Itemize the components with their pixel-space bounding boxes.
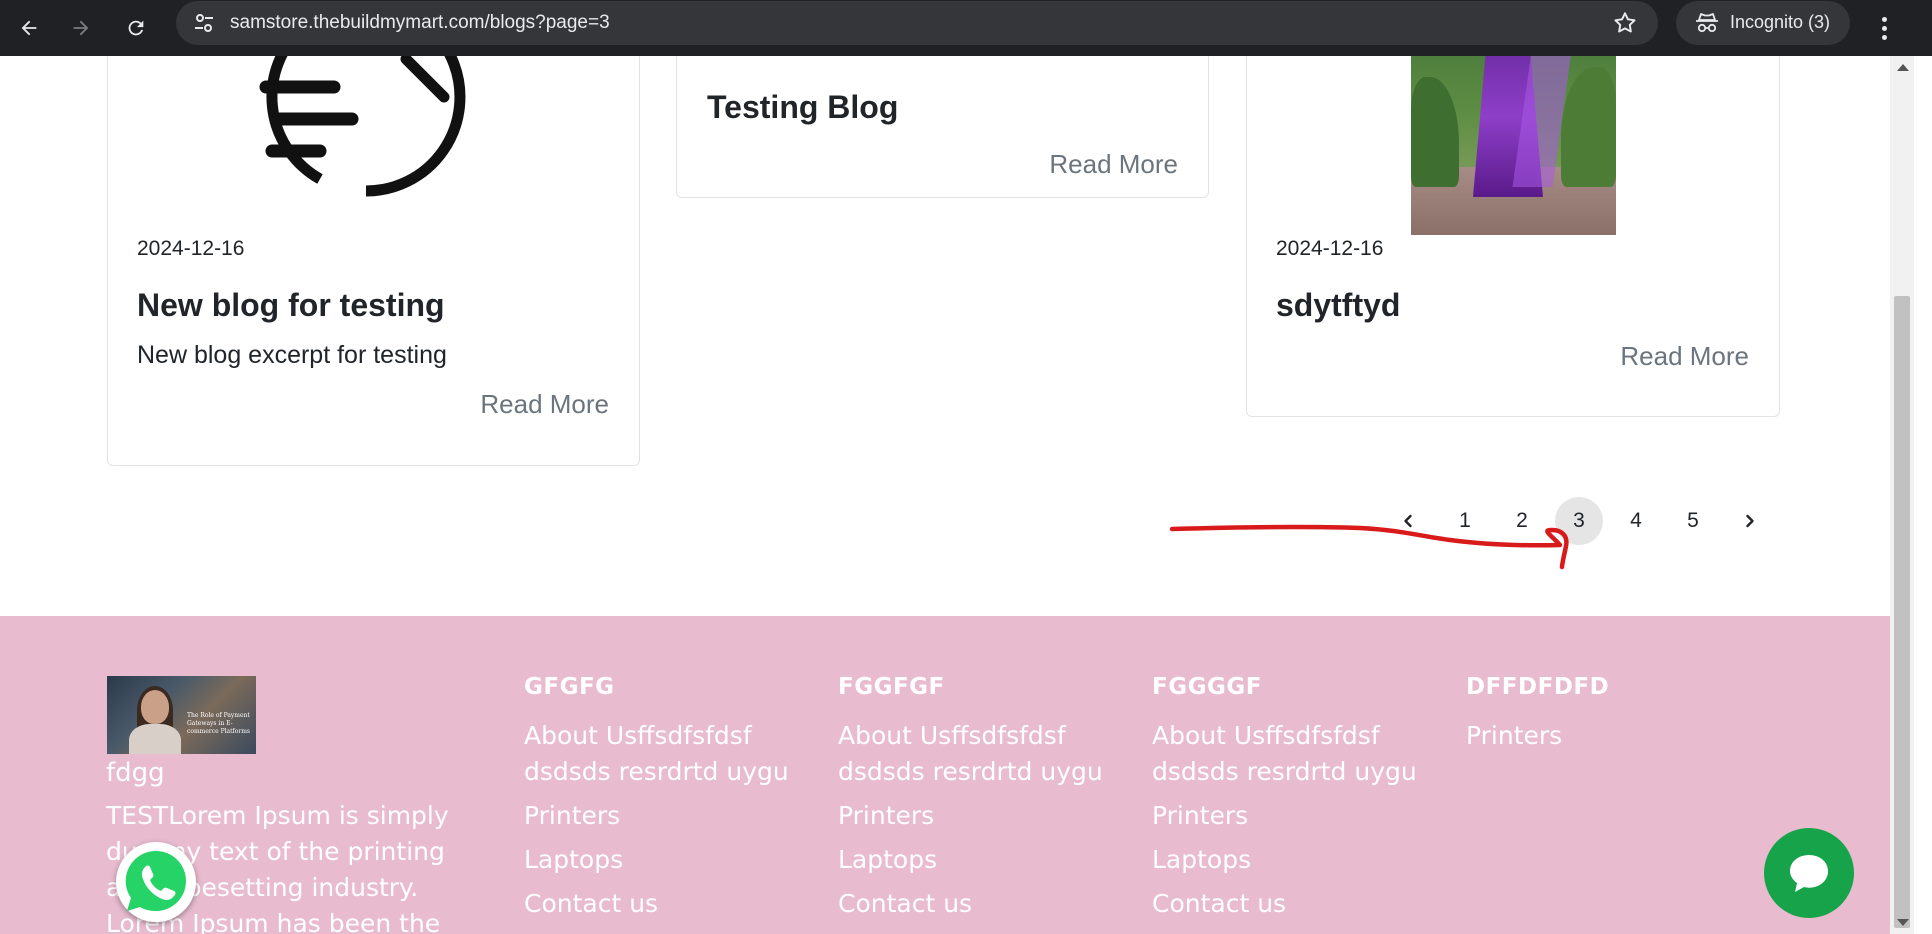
footer-link-about[interactable]: About Usffsdfsfdsf dsdsds resrdrtd uygu (838, 718, 1128, 790)
page-1[interactable]: 1 (1441, 497, 1489, 545)
footer-link-laptops[interactable]: Laptops (1152, 842, 1442, 878)
forward-icon[interactable] (61, 8, 101, 48)
blog-title[interactable]: Testing Blog (707, 89, 898, 126)
footer-column: FGGGGF About Usffsdfsfdsf dsdsds resrdrt… (1152, 674, 1442, 930)
footer-column: DFFDFDFD Printers (1466, 674, 1756, 762)
footer-column-title: GFGFG (524, 674, 615, 700)
footer-column-title: DFFDFDFD (1466, 674, 1610, 700)
footer-link-laptops[interactable]: Laptops (838, 842, 1128, 878)
history-icon (259, 56, 466, 197)
browser-menu-icon[interactable] (1870, 8, 1898, 48)
read-more-link[interactable]: Read More (1049, 149, 1178, 180)
reload-icon[interactable] (116, 8, 156, 48)
footer-link-printers[interactable]: Printers (524, 798, 814, 834)
back-icon[interactable] (9, 8, 49, 48)
footer-column: FGGFGF About Usffsdfsfdsf dsdsds resrdrt… (838, 674, 1128, 930)
page-2[interactable]: 2 (1498, 497, 1546, 545)
bookmark-star-icon[interactable] (1612, 10, 1638, 36)
blog-thumbnail[interactable] (1411, 56, 1616, 235)
footer-link-printers[interactable]: Printers (838, 798, 1128, 834)
footer-link-laptops[interactable]: Laptops (524, 842, 814, 878)
scrollbar-thumb[interactable] (1894, 296, 1910, 928)
footer-logo[interactable]: The Role of Payment Gateways in E-commer… (107, 676, 256, 754)
whatsapp-icon (125, 850, 186, 912)
pagination: 1 2 3 4 5 (1384, 496, 1783, 546)
footer-brand: fdgg (106, 758, 165, 788)
footer-link-about[interactable]: About Usffsdfsfdsf dsdsds resrdrtd uygu (1152, 718, 1442, 790)
footer-link-printers[interactable]: Printers (1152, 798, 1442, 834)
scroll-down-arrow-icon[interactable] (1897, 919, 1909, 926)
scroll-up-arrow-icon[interactable] (1897, 64, 1909, 71)
page-5[interactable]: 5 (1669, 497, 1717, 545)
blog-date: 2024-12-16 (1276, 237, 1384, 260)
read-more-link[interactable]: Read More (480, 389, 609, 420)
footer-link-about[interactable]: About Usffsdfsfdsf dsdsds resrdrtd uygu (524, 718, 814, 790)
chat-bubble-icon (1790, 855, 1828, 892)
incognito-icon (1696, 13, 1718, 33)
footer-column: GFGFG About Usffsdfsfdsf dsdsds resrdrtd… (524, 674, 814, 930)
blog-date: 2024-12-16 (137, 237, 245, 260)
footer-link-printers[interactable]: Printers (1466, 718, 1756, 754)
blog-excerpt: New blog excerpt for testing (137, 341, 447, 369)
footer-column-title: FGGGGF (1152, 674, 1262, 700)
footer-logo-caption: The Role of Payment Gateways in E-commer… (187, 712, 251, 735)
blog-card: 2024-12-16 sdytftyd Read More (1246, 56, 1780, 417)
page-scrollbar[interactable] (1890, 56, 1914, 934)
blog-title[interactable]: New blog for testing (137, 287, 445, 324)
whatsapp-button[interactable] (116, 842, 196, 922)
address-bar[interactable]: samstore.thebuildmymart.com/blogs?page=3 (176, 1, 1658, 45)
read-more-link[interactable]: Read More (1620, 341, 1749, 372)
site-settings-icon[interactable] (192, 11, 216, 35)
pagination-next-icon[interactable] (1726, 497, 1774, 545)
pagination-prev-icon[interactable] (1384, 497, 1432, 545)
blog-card: 2024-12-16 New blog for testing New blog… (107, 56, 640, 466)
blog-card: Testing Blog Read More (676, 56, 1209, 198)
browser-toolbar: samstore.thebuildmymart.com/blogs?page=3… (0, 0, 1932, 56)
chat-button[interactable] (1764, 828, 1854, 918)
footer-link-contact[interactable]: Contact us (1152, 886, 1442, 922)
footer-column-title: FGGFGF (838, 674, 945, 700)
page-3-active[interactable]: 3 (1555, 497, 1603, 545)
footer-link-contact[interactable]: Contact us (838, 886, 1128, 922)
url-text[interactable]: samstore.thebuildmymart.com/blogs?page=3 (230, 12, 610, 34)
incognito-label: Incognito (3) (1730, 12, 1831, 32)
incognito-indicator[interactable]: Incognito (3) (1676, 1, 1850, 45)
page-4[interactable]: 4 (1612, 497, 1660, 545)
blog-title[interactable]: sdytftyd (1276, 287, 1400, 324)
footer-link-contact[interactable]: Contact us (524, 886, 814, 922)
